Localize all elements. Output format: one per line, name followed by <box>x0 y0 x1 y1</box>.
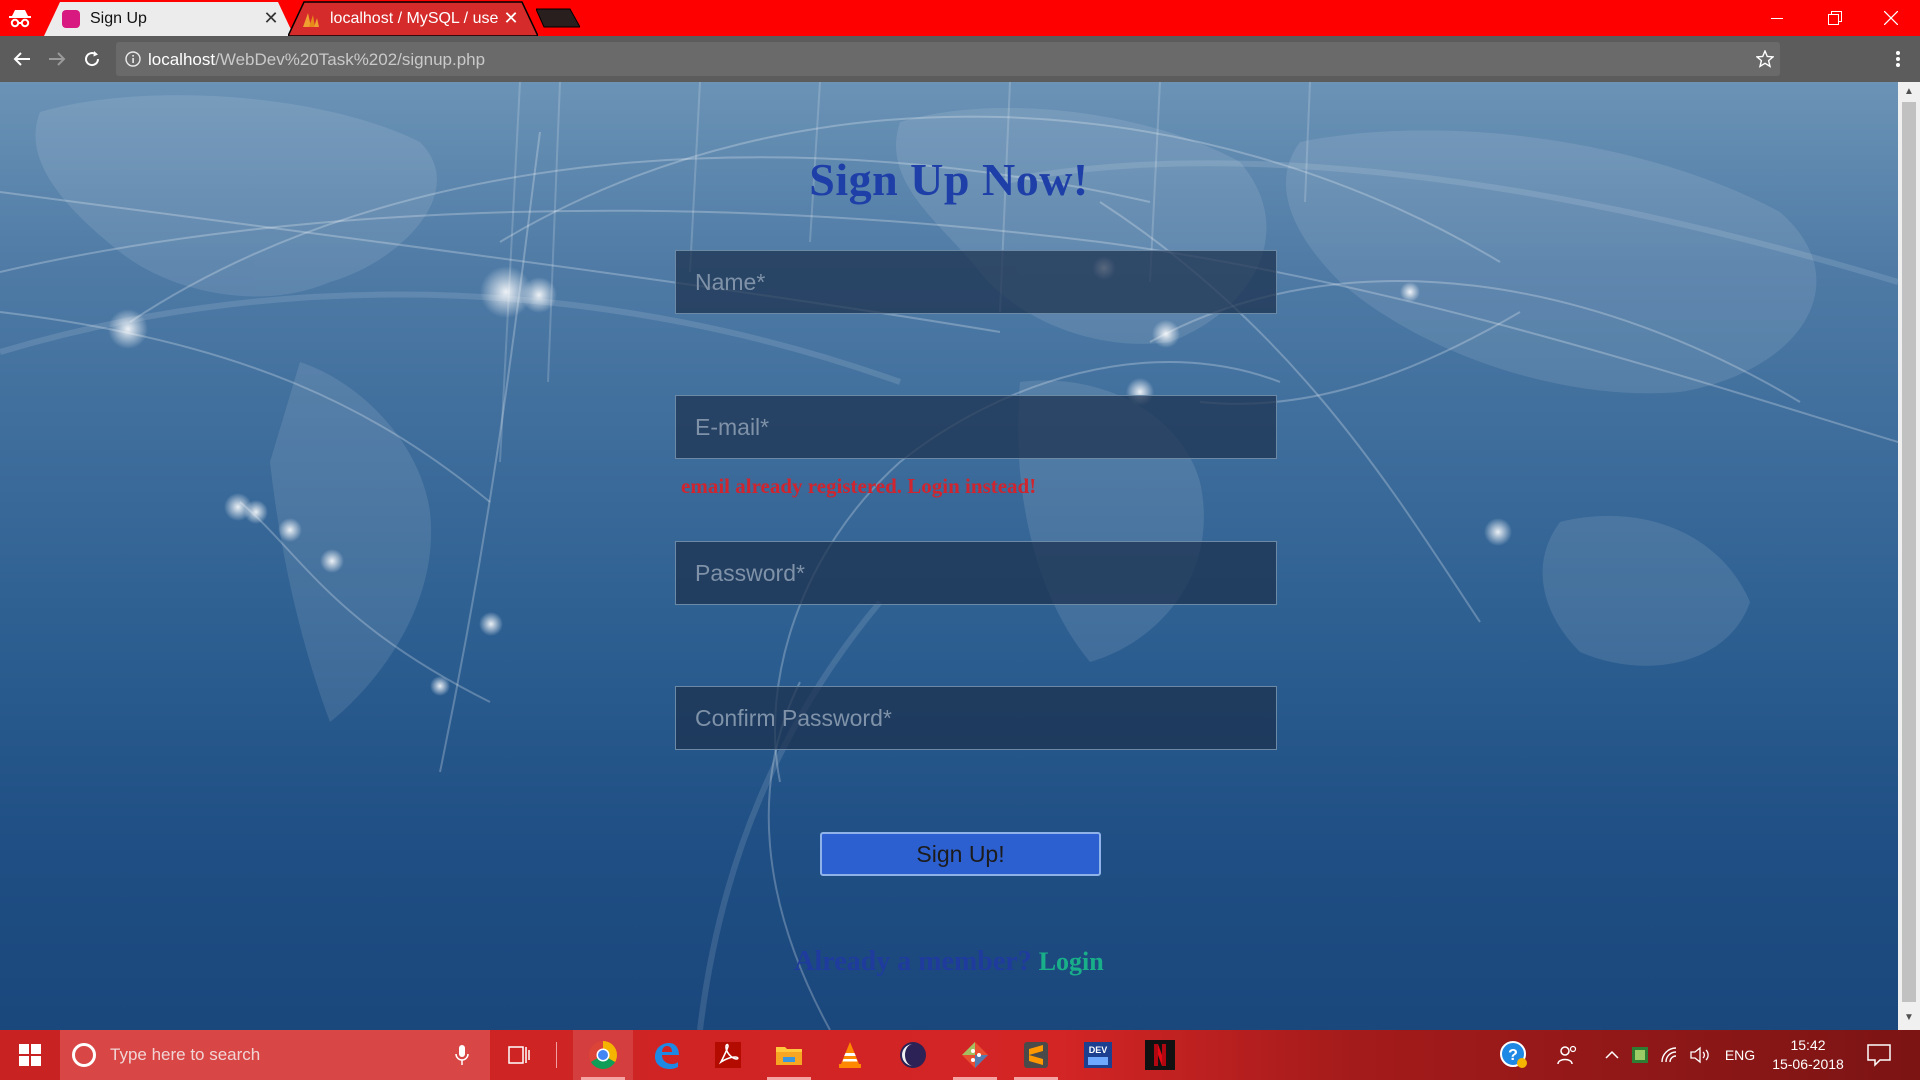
password-field[interactable]: Password* <box>675 541 1277 605</box>
taskbar-app-dev-cpp[interactable]: DEV <box>1068 1030 1128 1080</box>
volume-icon[interactable] <box>1688 1030 1712 1080</box>
login-prompt: Already a member? Login <box>0 946 1898 978</box>
sublime-text-icon <box>1024 1042 1048 1068</box>
confirm-password-placeholder: Confirm Password* <box>695 704 892 731</box>
member-prompt-text: Already a member? <box>794 946 1032 977</box>
windows-taskbar: Type here to search DEV ? ENG 15:42 15-0… <box>0 1030 1920 1080</box>
email-field[interactable]: E-mail* <box>675 395 1277 459</box>
email-error-message: email already registered. Login instead! <box>681 474 1037 498</box>
forward-button[interactable] <box>44 46 70 72</box>
close-icon <box>1884 11 1898 25</box>
close-tab-icon[interactable]: ✕ <box>502 9 520 27</box>
tray-help-icon[interactable]: ? <box>1496 1030 1532 1080</box>
page-title: Sign Up Now! <box>809 154 1089 205</box>
vlc-icon <box>839 1042 861 1068</box>
file-explorer-icon <box>776 1047 802 1065</box>
url-text: localhost/WebDev%20Task%202/signup.php <box>148 50 485 70</box>
cortana-icon <box>72 1043 96 1067</box>
taskbar-app-sublime-text[interactable] <box>1006 1030 1066 1080</box>
info-icon[interactable] <box>125 51 141 67</box>
taskbar-search-box[interactable]: Type here to search <box>60 1030 490 1080</box>
tab-sign-up[interactable]: Sign Up ✕ <box>44 1 294 36</box>
wifi-icon <box>1661 1047 1677 1063</box>
taskbar-divider <box>556 1042 557 1068</box>
tab-phpmyadmin[interactable]: localhost / MySQL / user ✕ <box>288 1 538 36</box>
back-arrow-icon <box>13 52 30 66</box>
password-placeholder: Password* <box>695 559 805 586</box>
action-center-icon[interactable] <box>1866 1043 1892 1067</box>
incognito-icon <box>9 10 31 28</box>
netflix-icon <box>1145 1040 1175 1070</box>
restore-icon <box>1828 11 1842 25</box>
acrobat-reader-icon <box>715 1042 741 1068</box>
sign-up-button[interactable]: Sign Up! <box>820 832 1101 876</box>
scroll-down-arrow-icon[interactable]: ▼ <box>1903 1012 1915 1024</box>
windows-logo-icon <box>19 1044 41 1066</box>
close-tab-icon[interactable]: ✕ <box>262 9 280 27</box>
browser-titlebar: Sign Up ✕ localhost / MySQL / user ✕ <box>0 0 1920 36</box>
taskbar-app-git[interactable] <box>945 1030 1005 1080</box>
tab-title: Sign Up <box>90 9 147 27</box>
minimize-button[interactable] <box>1748 0 1806 36</box>
svg-text:?: ? <box>1508 1047 1518 1064</box>
microphone-icon[interactable] <box>454 1044 470 1066</box>
url-host: localhost <box>148 50 216 69</box>
dev-cpp-icon: DEV <box>1084 1042 1112 1068</box>
edge-icon <box>655 1043 679 1069</box>
kebab-menu-icon <box>1896 51 1900 67</box>
taskbar-app-edge[interactable] <box>636 1030 696 1080</box>
taskbar-clock[interactable]: 15:42 15-06-2018 <box>1768 1036 1848 1074</box>
task-view-icon[interactable] <box>508 1044 530 1066</box>
green-app-tray-icon <box>1632 1047 1648 1063</box>
browser-toolbar: localhost/WebDev%20Task%202/signup.php <box>0 36 1920 82</box>
bookmark-star-icon[interactable] <box>1756 50 1774 68</box>
restore-button[interactable] <box>1806 0 1864 36</box>
address-bar[interactable]: localhost/WebDev%20Task%202/signup.php <box>116 42 1780 76</box>
confirm-password-field[interactable]: Confirm Password* <box>675 686 1277 750</box>
tab-title: localhost / MySQL / user <box>330 9 498 27</box>
git-icon <box>962 1042 988 1068</box>
reload-button[interactable] <box>79 46 105 72</box>
scroll-thumb[interactable] <box>1902 102 1916 1002</box>
name-field[interactable]: Name* <box>675 250 1277 314</box>
taskbar-app-acrobat-reader[interactable] <box>698 1030 758 1080</box>
taskbar-app-chrome[interactable] <box>573 1030 633 1080</box>
back-button[interactable] <box>9 46 35 72</box>
search-placeholder: Type here to search <box>110 1045 261 1064</box>
start-button[interactable] <box>0 1030 60 1080</box>
eclipse-icon <box>900 1042 926 1068</box>
email-placeholder: E-mail* <box>695 413 770 440</box>
name-placeholder: Name* <box>695 268 766 295</box>
chrome-icon <box>589 1041 617 1069</box>
browser-menu-button[interactable] <box>1885 46 1911 72</box>
network-icon[interactable] <box>1658 1030 1682 1080</box>
url-path: /WebDev%20Task%202/signup.php <box>215 50 486 69</box>
scroll-up-arrow-icon[interactable]: ▲ <box>1903 86 1915 98</box>
input-language-indicator[interactable]: ENG <box>1720 1030 1760 1080</box>
phpmyadmin-favicon <box>303 12 319 27</box>
clock-date: 15-06-2018 <box>1772 1056 1844 1072</box>
svg-text:DEV: DEV <box>1089 1045 1108 1055</box>
close-window-button[interactable] <box>1862 0 1920 36</box>
reload-icon <box>85 51 100 67</box>
app-favicon-pink <box>62 9 80 28</box>
taskbar-app-vlc[interactable] <box>820 1030 880 1080</box>
people-icon-glyph <box>1557 1045 1577 1065</box>
clock-time: 15:42 <box>1790 1037 1826 1053</box>
new-tab-button[interactable] <box>536 8 580 28</box>
login-link[interactable]: Login <box>1039 947 1104 976</box>
taskbar-app-file-explorer[interactable] <box>759 1030 819 1080</box>
taskbar-app-eclipse[interactable] <box>883 1030 943 1080</box>
page-scrollbar[interactable]: ▲ ▼ <box>1898 82 1920 1030</box>
speaker-icon <box>1690 1046 1709 1064</box>
forward-arrow-icon <box>49 52 66 66</box>
show-hidden-icons-chevron-icon[interactable] <box>1600 1030 1624 1080</box>
tray-app-icon[interactable] <box>1628 1030 1652 1080</box>
chevron-up-icon <box>1605 1050 1619 1059</box>
minimize-icon <box>1771 18 1783 19</box>
people-icon[interactable] <box>1552 1030 1582 1080</box>
help-icon: ? <box>1500 1041 1527 1068</box>
taskbar-app-netflix[interactable] <box>1130 1030 1190 1080</box>
